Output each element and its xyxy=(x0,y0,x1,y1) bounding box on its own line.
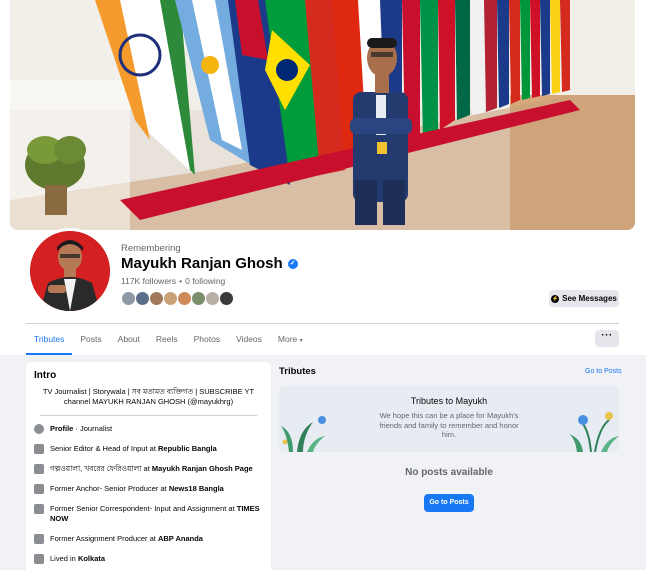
stats-separator: • xyxy=(179,276,183,286)
intro-item: গল্পওয়ালা, খবরের ফেরিওয়ালা at Mayukh R… xyxy=(34,464,263,474)
tributes-heading: Tributes xyxy=(279,366,316,377)
profile-stats: 117K followers • 0 following xyxy=(121,276,225,286)
tab-reels[interactable]: Reels xyxy=(148,324,186,355)
follower-avatar[interactable] xyxy=(135,291,150,306)
tributes-banner: Tributes to Mayukh We hope this can be a… xyxy=(279,386,619,452)
no-posts-message: No posts available xyxy=(405,467,493,478)
follower-avatar[interactable] xyxy=(149,291,164,306)
employer-link[interactable]: ABP Ananda xyxy=(158,534,203,543)
intro-item-text: Former Senior Correspondent- Input and A… xyxy=(50,504,260,523)
verified-badge-icon: ✓ xyxy=(287,258,298,269)
tab-about[interactable]: About xyxy=(110,324,148,355)
location-link[interactable]: Kolkata xyxy=(78,554,105,563)
tab-more-label: More xyxy=(277,334,298,344)
follower-avatar[interactable] xyxy=(121,291,136,306)
follower-avatar[interactable] xyxy=(191,291,206,306)
profile-name-row: Mayukh Ranjan Ghosh ✓ xyxy=(121,255,298,272)
profile-header: Remembering Mayukh Ranjan Ghosh ✓ 117K f… xyxy=(0,0,646,355)
more-options-button[interactable]: ··· xyxy=(595,330,619,347)
see-messages-label: See Messages xyxy=(562,294,617,303)
follower-avatar[interactable] xyxy=(163,291,178,306)
follower-avatar[interactable] xyxy=(177,291,192,306)
plant-illustration-icon xyxy=(569,412,619,452)
intro-card: Intro TV Journalist | Storywala | সব মতা… xyxy=(26,362,271,570)
employer-link[interactable]: Mayukh Ranjan Ghosh Page xyxy=(152,464,253,473)
profile-picture[interactable] xyxy=(27,228,113,314)
intro-item: Former Senior Correspondent- Input and A… xyxy=(34,504,263,524)
tab-posts[interactable]: Posts xyxy=(72,324,109,355)
intro-item-text: Former Assignment Producer at ABP Ananda xyxy=(50,534,203,543)
employer-link[interactable]: News18 Bangla xyxy=(169,484,224,493)
messenger-icon: ⚡ xyxy=(551,294,560,303)
plant-illustration-icon xyxy=(281,416,326,452)
intro-item-text: Profile · Journalist xyxy=(50,424,113,433)
tab-tributes[interactable]: Tributes xyxy=(26,324,73,355)
tributes-banner-text: We hope this can be a place for Mayukh's… xyxy=(379,411,519,439)
tributes-banner-title: Tributes to Mayukh xyxy=(410,396,488,406)
work-icon xyxy=(34,444,44,454)
intro-item: Lived in Kolkata xyxy=(34,554,263,564)
intro-item-text: Senior Editor & Head of Input at Republi… xyxy=(50,444,217,453)
follower-avatars xyxy=(121,291,234,306)
intro-item: Senior Editor & Head of Input at Republi… xyxy=(34,444,263,454)
intro-item-text: Lived in Kolkata xyxy=(50,554,106,563)
work-icon xyxy=(34,534,44,544)
follower-avatar[interactable] xyxy=(219,291,234,306)
intro-item: Former Anchor- Senior Producer at News18… xyxy=(34,484,263,494)
following-count[interactable]: 0 following xyxy=(185,276,225,286)
cover-photo[interactable] xyxy=(10,0,635,230)
intro-item-text: গল্পওয়ালা, খবরের ফেরিওয়ালা at Mayukh R… xyxy=(50,464,253,473)
intro-item: Profile · Journalist xyxy=(34,424,263,434)
tab-photos[interactable]: Photos xyxy=(186,324,228,355)
work-icon xyxy=(34,504,44,514)
work-icon xyxy=(34,464,44,474)
profile-tabs: Tributes Posts About Reels Photos Videos… xyxy=(26,324,311,355)
go-to-posts-link[interactable]: Go to Posts xyxy=(585,368,622,375)
employer-link[interactable]: Republic Bangla xyxy=(158,444,217,453)
info-icon xyxy=(34,424,44,434)
tab-more[interactable]: More ▾ xyxy=(270,324,311,355)
intro-title: Intro xyxy=(34,370,57,381)
followers-count[interactable]: 117K followers xyxy=(121,276,176,286)
intro-item: Former Assignment Producer at ABP Ananda xyxy=(34,534,263,544)
work-icon xyxy=(34,484,44,494)
chevron-down-icon: ▾ xyxy=(299,338,303,344)
go-to-posts-button[interactable]: Go to Posts xyxy=(424,494,474,512)
follower-avatar[interactable] xyxy=(205,291,220,306)
home-icon xyxy=(34,554,44,564)
remembering-label: Remembering xyxy=(121,243,181,254)
intro-divider xyxy=(40,415,257,416)
see-messages-button[interactable]: ⚡ See Messages xyxy=(549,290,619,307)
intro-item-text: Former Anchor- Senior Producer at News18… xyxy=(50,484,224,493)
tab-videos[interactable]: Videos xyxy=(228,324,270,355)
intro-bio: TV Journalist | Storywala | সব মতামত ব্য… xyxy=(42,387,255,406)
profile-name: Mayukh Ranjan Ghosh xyxy=(121,255,283,272)
